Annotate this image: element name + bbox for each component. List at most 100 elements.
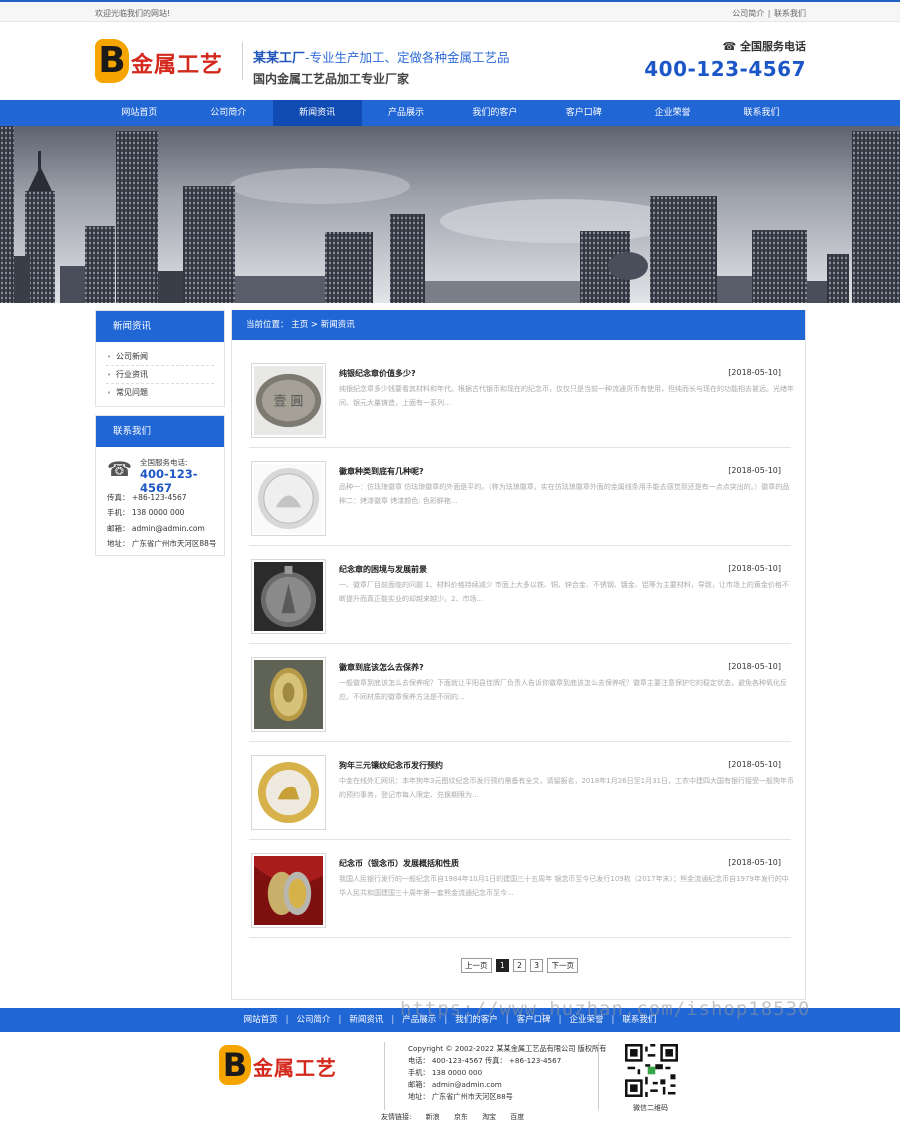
footer-divider [598,1042,599,1110]
slogan: 某某工厂-专业生产加工、定做各种金属工艺品 国内金属工艺品加工专业厂家 [253,47,510,87]
news-thumbnail-image: 壹 圓 [254,366,323,435]
friend-link[interactable]: 京东 [454,1113,468,1121]
svg-text:壹 圓: 壹 圓 [274,394,304,409]
friend-link[interactable]: 淘宝 [482,1113,496,1121]
footer-nav-item[interactable]: 网站首页 [244,1015,278,1025]
news-date: [2018-05-10] [728,466,781,475]
news-item[interactable]: 壹 圓 纯银纪念章价值多少? [2018-05-10] 纯银纪念章多少钱要看其材料和年… [249,350,794,448]
footer-nav-item[interactable]: 新闻资讯 [349,1015,383,1025]
main-nav-list: 网站首页 公司简介 新闻资讯 产品展示 我们的客户 客户口碑 企业荣誉 联系我们 [95,100,806,126]
pager-page-2[interactable]: 2 [513,959,526,972]
news-title[interactable]: 纪念币（银念币）发展概括和性质 [339,858,459,869]
contact-email: 邮箱： admin@admin.com [107,523,205,533]
friend-link[interactable]: 百度 [510,1113,524,1121]
footer-copyright: Copyright © 2002-2022 某某金属工艺品有限公司 版权所有 [408,1044,607,1053]
friend-links: 友情链接: 新浪 京东 淘宝 百度 [381,1112,536,1122]
main-content: 当前位置： 主页 > 新闻资讯 壹 圓 纯银纪念章价值多少? [2018-05-10… [231,310,806,1000]
news-thumbnail-image [254,464,323,533]
nav-item-reviews[interactable]: 客户口碑 [539,100,628,126]
qr-label: 微信二维码 [633,1104,668,1112]
news-item[interactable]: 狗年三元镶纹纪念币发行预约 [2018-05-10] 中金在线外汇网讯：本年狗年3元… [249,742,794,840]
news-list: 壹 圓 纯银纪念章价值多少? [2018-05-10] 纯银纪念章多少钱要看其材料和年… [232,340,805,938]
nav-item-news[interactable]: 新闻资讯 [272,100,362,126]
news-thumbnail[interactable]: 壹 圓 [251,363,326,438]
city-skyline-banner [0,126,900,303]
nav-item-contact[interactable]: 联系我们 [717,100,806,126]
news-thumbnail-image [254,562,323,631]
category-industry-news[interactable]: 行业资讯 [106,366,214,384]
hotline-number: 400-123-4567 [644,57,806,81]
site-logo[interactable]: B 金属工艺 [95,39,230,83]
news-thumbnail[interactable] [251,559,326,634]
main-nav: 网站首页 公司简介 新闻资讯 产品展示 我们的客户 客户口碑 企业荣誉 联系我们 [0,100,900,126]
footer-divider [384,1042,385,1110]
pager-prev-button[interactable]: 上一页 [461,958,492,973]
news-title[interactable]: 狗年三元镶纹纪念币发行预约 [339,760,443,771]
slogan-brand: 某某工厂 [253,51,306,66]
left-sidebar: 新闻资讯 公司新闻 行业资讯 常见问题 联系我们 ☎ 全国服务电话: 400-1… [95,310,225,556]
news-thumbnail-image [254,856,323,925]
news-thumbnail-image [254,660,323,729]
top-links: 公司简介 | 联系我们 [732,8,806,19]
header-divider [242,42,243,80]
top-link-contact[interactable]: 联系我们 [774,9,806,18]
contact-address: 地址： 广东省广州市天河区88号 [107,539,217,548]
hotline-label: 全国服务电话 [740,40,806,53]
footer-phone-fax: 电话： 400-123-4567 传真： +86-123-4567 [408,1056,562,1065]
news-item[interactable]: 徽章到底该怎么去保养? [2018-05-10] 一般徽章到底该怎么去保养呢？下面就… [249,644,791,742]
footer-info: Copyright © 2002-2022 某某金属工艺品有限公司 版权所有 电… [408,1043,606,1103]
category-faq[interactable]: 常见问题 [106,384,214,402]
footer-nav-separator: | [338,1015,342,1025]
news-title[interactable]: 纪念章的困境与发展前景 [339,564,427,575]
pager-next-button[interactable]: 下一页 [547,958,578,973]
news-date: [2018-05-10] [728,662,781,671]
nav-item-honors[interactable]: 企业荣誉 [628,100,717,126]
contact-box: 联系我们 ☎ 全国服务电话: 400-123-4567 传真： +86-123-… [95,415,225,556]
news-date: [2018-05-10] [728,760,781,769]
contact-phone-number: 400-123-4567 [140,467,198,495]
wechat-qr-code-icon [625,1044,678,1097]
footer-mobile: 手机： 138 0000 000 [408,1068,483,1077]
news-category-list: 公司新闻 行业资讯 常见问题 [96,342,224,406]
nav-item-products[interactable]: 产品展示 [362,100,451,126]
news-summary: 我国人民银行发行的一般纪念币自1984年10月1日的建国三十五周年 银念币至今已… [339,875,789,897]
footer-logo[interactable]: B 金属工艺 [219,1045,354,1085]
welcome-text: 欢迎光临我们的网站! [95,9,171,18]
news-category-title: 新闻资讯 [96,311,224,342]
friend-link[interactable]: 新浪 [426,1113,440,1121]
pager-page-1[interactable]: 1 [495,959,509,972]
news-title[interactable]: 徽章到底该怎么去保养? [339,662,424,673]
watermark-text: https://www.huzhan.com/ishop18530 [400,998,811,1020]
news-thumbnail[interactable] [251,657,326,732]
news-title[interactable]: 徽章种类到底有几种呢? [339,466,424,477]
news-item[interactable]: 徽章种类到底有几种呢? [2018-05-10] 品种一：仿珐琅徽章 仿珐琅徽章的外… [249,448,791,546]
news-thumbnail[interactable] [251,853,326,928]
nav-item-clients[interactable]: 我们的客户 [451,100,540,126]
news-title[interactable]: 纯银纪念章价值多少? [339,368,416,379]
footer-address: 地址： 广东省广州市天河区88号 [408,1092,513,1101]
footer-email: 邮箱： admin@admin.com [408,1080,502,1089]
top-link-separator: | [767,9,771,18]
pager-page-3[interactable]: 3 [530,959,544,972]
top-link-about[interactable]: 公司简介 [732,9,764,18]
footer-nav-separator: | [285,1015,289,1025]
news-summary: 中金在线外汇网讯：本年狗年3元图纹纪念币发行预约需备有全文，请留报名，2018年… [339,777,794,799]
category-company-news[interactable]: 公司新闻 [106,348,214,366]
news-date: [2018-05-10] [728,368,781,377]
news-summary: 品种一：仿珐琅徽章 仿珐琅徽章的外面是平的。（称为珐琅徽章，实在仿珐琅徽章外面的… [339,483,790,505]
news-thumbnail[interactable] [251,461,326,536]
footer-nav-separator: | [391,1015,395,1025]
news-item[interactable]: 纪念币（银念币）发展概括和性质 [2018-05-10] 我国人民银行发行的一般纪念… [249,840,791,938]
phone-icon: ☎ [722,40,740,53]
telephone-icon: ☎ [107,457,132,481]
nav-item-about[interactable]: 公司简介 [184,100,273,126]
news-item[interactable]: 纪念章的困境与发展前景 [2018-05-10] 一、徽章厂目前面临的问题 1、材料… [249,546,791,644]
contact-mobile: 手机： 138 0000 000 [107,508,185,517]
footer-logo-text: 金属工艺 [253,1056,337,1080]
site-header: B 金属工艺 某某工厂-专业生产加工、定做各种金属工艺品 国内金属工艺品加工专业… [0,22,900,100]
news-thumbnail[interactable] [251,755,326,830]
nav-item-home[interactable]: 网站首页 [95,100,184,126]
slogan-line1: -专业生产加工、定做各种金属工艺品 [305,50,510,65]
footer-nav-item[interactable]: 公司简介 [297,1015,331,1025]
contact-title: 联系我们 [96,416,224,447]
